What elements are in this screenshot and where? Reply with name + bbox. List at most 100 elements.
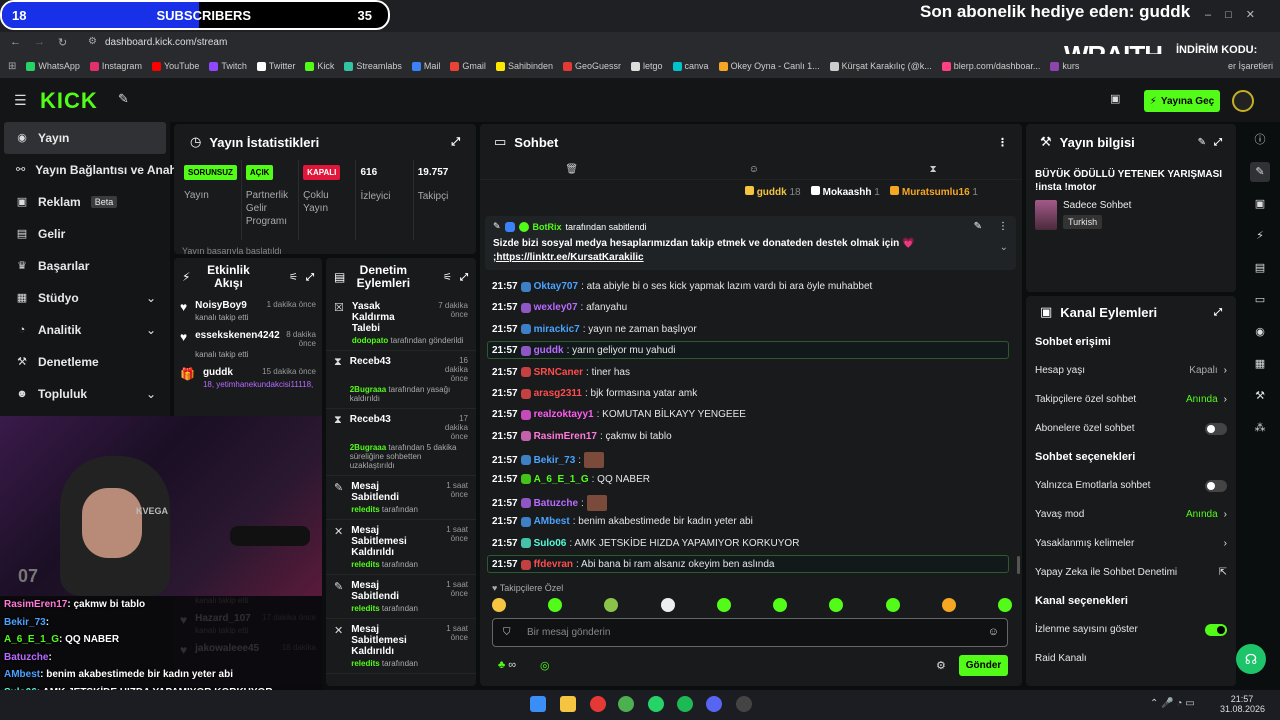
chat-icon[interactable]: ▭ xyxy=(1250,290,1270,310)
expand-icon[interactable]: ⤢ xyxy=(1214,307,1222,318)
file-explorer-icon[interactable] xyxy=(560,696,576,712)
setting-row[interactable]: Raid Kanalı xyxy=(1035,644,1227,673)
message-user[interactable]: realzoktayy1 xyxy=(534,409,594,420)
pin-icon[interactable]: ✎ xyxy=(118,91,129,107)
emote-icon[interactable] xyxy=(773,598,788,612)
category-name[interactable]: Sadece Sohbet xyxy=(1063,200,1131,211)
bookmark[interactable]: YouTube xyxy=(151,61,199,71)
bookmark[interactable]: Kürşat Karakılıç (@k... xyxy=(829,61,932,71)
discord-icon[interactable] xyxy=(706,696,722,712)
opera-icon[interactable] xyxy=(590,696,606,712)
kick-icon[interactable]: ◎ xyxy=(540,659,550,672)
bookmark[interactable]: Kick xyxy=(305,61,334,71)
setting-row[interactable]: Yalnızca Emotlarla sohbet xyxy=(1035,471,1227,500)
chat-input[interactable]: ⛉ Bir mesaj gönderin ☺ xyxy=(492,618,1008,647)
setting-row[interactable]: Hesap yaşı Kapalı › xyxy=(1035,356,1227,385)
chat-scrollbar[interactable] xyxy=(1017,556,1020,574)
expand-icon[interactable]: ⤢ xyxy=(1214,137,1222,148)
message-user[interactable]: AMbest xyxy=(534,516,570,527)
go-live-button[interactable]: ⚡ Yayına Geç xyxy=(1144,90,1220,112)
sidebar-item[interactable]: ◉ Yayın xyxy=(4,122,166,154)
bookmark[interactable]: Okey Oyna - Canlı 1... xyxy=(718,61,820,71)
record-icon[interactable]: ◉ xyxy=(1250,322,1270,342)
sidebar-item[interactable]: ☻ Topluluk ⌄ xyxy=(0,378,170,410)
message-user[interactable]: A_6_E_1_G xyxy=(534,474,589,485)
message-user[interactable]: guddk xyxy=(534,345,564,356)
sidebar-item[interactable]: ▣ Reklam Beta xyxy=(0,186,170,218)
expand-icon[interactable]: ⤢ xyxy=(306,272,314,283)
bookmark[interactable]: Instagram xyxy=(89,61,142,71)
apps-icon[interactable]: ⁂ xyxy=(1250,418,1270,438)
bookmark[interactable]: Mail xyxy=(411,61,440,71)
site-info-icon[interactable]: ⚙ xyxy=(88,36,97,47)
emote-icon[interactable] xyxy=(829,598,844,612)
url-text[interactable]: dashboard.kick.com/stream xyxy=(105,37,227,48)
bookmark[interactable]: Twitter xyxy=(256,61,295,71)
bookmark[interactable]: Streamlabs xyxy=(344,61,402,71)
sidebar-item[interactable]: ◔ Analitik ⌄ xyxy=(0,314,170,346)
pinned-link[interactable]: ;https://linktr.ee/KursatKarakilic xyxy=(493,252,1008,263)
message-user[interactable]: mirackic7 xyxy=(534,324,580,335)
tray-icons[interactable]: ⌃ 🎤 ◔ ▭ xyxy=(1150,698,1195,709)
other-bookmarks[interactable]: er İşaretleri xyxy=(1228,61,1273,71)
setting-row[interactable]: Abonelere özel sohbet xyxy=(1035,414,1227,443)
message-user[interactable]: ffdevran xyxy=(534,559,573,570)
toggle-switch[interactable] xyxy=(1205,479,1227,492)
message-user[interactable]: SRNCaner xyxy=(534,367,583,378)
toggle-switch[interactable] xyxy=(1205,422,1227,435)
support-button[interactable]: ☊ xyxy=(1236,644,1266,674)
info-icon[interactable]: ⓘ xyxy=(1250,130,1270,150)
bookmark[interactable]: blerp.com/dashboar... xyxy=(941,61,1040,71)
obs-icon[interactable] xyxy=(736,696,752,712)
message-user[interactable]: RasimEren17 xyxy=(534,431,597,442)
bookmark[interactable]: GeoGuessr xyxy=(562,61,621,71)
message-user[interactable]: wexley07 xyxy=(534,302,578,313)
back-icon[interactable]: ← xyxy=(10,36,21,48)
message-user[interactable]: arasg2311 xyxy=(534,388,582,399)
message-user[interactable]: Sulo06 xyxy=(534,538,567,549)
filter-icon[interactable]: ⚟ xyxy=(443,272,452,283)
setting-row[interactable]: Takipçilere özel sohbet Anında › xyxy=(1035,385,1227,414)
edit-icon[interactable]: ✎ xyxy=(1198,137,1206,148)
avatar[interactable] xyxy=(1232,90,1254,112)
emote-icon[interactable]: ☺ xyxy=(749,164,759,175)
bookmark[interactable]: canva xyxy=(672,61,709,71)
points-icon[interactable]: ♣ ∞ xyxy=(498,659,516,671)
emote-icon[interactable] xyxy=(997,598,1012,612)
message-user[interactable]: Oktay707 xyxy=(534,281,578,292)
emote-icon[interactable] xyxy=(885,598,900,612)
sidebar-item[interactable]: ⚒ Denetleme xyxy=(0,346,170,378)
list-icon[interactable]: ▤ xyxy=(1250,258,1270,278)
chrome-icon[interactable] xyxy=(618,696,634,712)
emote-icon[interactable] xyxy=(660,598,675,612)
emoji-icon[interactable]: ☺ xyxy=(988,626,999,638)
more-icon[interactable]: ⋮ xyxy=(997,136,1008,149)
setting-row[interactable]: Yasaklanmış kelimeler › xyxy=(1035,529,1227,558)
video-icon[interactable]: ▣ xyxy=(1250,194,1270,214)
filter-icon[interactable]: ⚟ xyxy=(289,272,298,283)
kick-logo[interactable]: KICK xyxy=(40,88,98,114)
emote-icon[interactable] xyxy=(941,598,956,612)
setting-row[interactable]: İzlenme sayısını göster xyxy=(1035,615,1227,644)
window-controls[interactable]: –□✕ xyxy=(1205,8,1269,21)
bolt-icon[interactable]: ⚡ xyxy=(1250,226,1270,246)
bookmark[interactable]: kurs xyxy=(1050,61,1079,71)
chevron-down-icon[interactable]: ⌄ xyxy=(1000,242,1008,253)
expand-icon[interactable]: ⤢ xyxy=(451,136,460,149)
send-button[interactable]: Gönder xyxy=(959,655,1008,676)
sidebar-item[interactable]: ♛ Başarılar xyxy=(0,250,170,282)
bookmark[interactable]: Twitch xyxy=(209,61,247,71)
emote-icon[interactable] xyxy=(492,598,506,612)
start-icon[interactable] xyxy=(530,696,546,712)
spotify-icon[interactable] xyxy=(677,696,693,712)
expand-icon[interactable]: ⤢ xyxy=(460,272,468,283)
whatsapp-icon[interactable] xyxy=(648,696,664,712)
toggle-switch[interactable] xyxy=(1205,623,1227,636)
bookmark[interactable]: Gmail xyxy=(450,61,486,71)
unpin-icon[interactable]: ✎ xyxy=(974,221,982,232)
setting-row[interactable]: Yavaş mod Anında › xyxy=(1035,500,1227,529)
sidebar-item[interactable]: ▦ Stüdyo ⌄ xyxy=(0,282,170,314)
menu-icon[interactable]: ☰ xyxy=(14,92,27,109)
bookmark[interactable]: WhatsApp xyxy=(26,61,80,71)
settings-gear-icon[interactable]: ⚙ xyxy=(936,659,946,672)
